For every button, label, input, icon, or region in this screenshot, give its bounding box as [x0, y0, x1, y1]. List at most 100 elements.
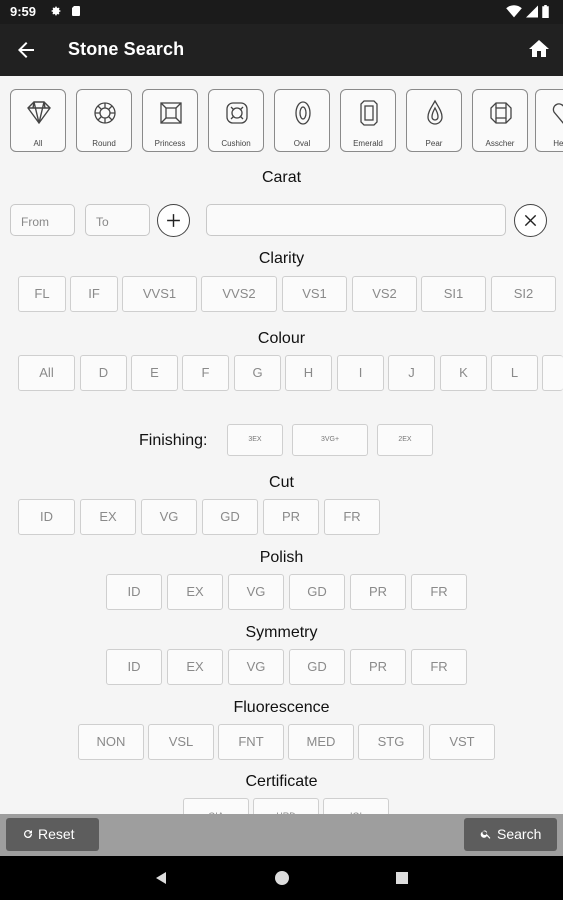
shape-all[interactable]: All	[10, 89, 66, 152]
refresh-icon	[24, 830, 33, 839]
shape-asscher[interactable]: Asscher	[472, 89, 528, 152]
home-icon[interactable]	[527, 37, 551, 61]
reset-label: Reset	[38, 826, 75, 842]
nav-home-icon[interactable]	[274, 870, 290, 886]
status-time: 9:59	[10, 4, 37, 19]
reset-button[interactable]: Reset	[6, 818, 99, 851]
colour-option[interactable]: J	[388, 355, 435, 391]
colour-option[interactable]: K	[440, 355, 487, 391]
cut-option[interactable]: VG	[141, 499, 197, 535]
nav-back-icon[interactable]	[153, 870, 169, 886]
heart-shape-icon	[552, 103, 563, 124]
colour-option[interactable]: M	[542, 355, 563, 391]
emerald-shape-icon	[360, 100, 378, 126]
polish-option[interactable]: PR	[350, 574, 406, 610]
symmetry-option[interactable]: FR	[411, 649, 467, 685]
fluorescence-title: Fluorescence	[233, 699, 330, 716]
clarity-option[interactable]: VS1	[282, 276, 347, 312]
polish-option[interactable]: GD	[289, 574, 345, 610]
diamond-icon	[27, 101, 51, 125]
polish-title: Polish	[259, 549, 304, 566]
colour-option[interactable]: All	[18, 355, 75, 391]
page-title: Stone Search	[68, 39, 185, 59]
oval-shape-icon	[295, 101, 311, 125]
clear-carat-button[interactable]	[514, 204, 547, 237]
carat-from-input[interactable]: From	[10, 204, 75, 236]
battery-icon	[542, 5, 549, 18]
colour-option[interactable]: E	[131, 355, 178, 391]
shape-heart[interactable]: Heart	[535, 89, 563, 152]
fluorescence-option[interactable]: VSL	[148, 724, 214, 760]
status-bar: 9:59	[0, 0, 563, 24]
symmetry-title: Symmetry	[245, 624, 318, 641]
wifi-icon	[506, 5, 522, 18]
cut-option[interactable]: GD	[202, 499, 258, 535]
shape-selector: All Round Princess Cushion Oval Emerald …	[10, 89, 563, 153]
princess-shape-icon	[160, 102, 182, 124]
carat-to-input[interactable]: To	[85, 204, 150, 236]
polish-option[interactable]: EX	[167, 574, 223, 610]
sd-card-icon	[72, 6, 80, 16]
colour-title: Colour	[257, 330, 306, 347]
finishing-option[interactable]: 2EX	[377, 424, 433, 456]
cut-option[interactable]: FR	[324, 499, 380, 535]
round-shape-icon	[94, 102, 116, 124]
symmetry-option[interactable]: ID	[106, 649, 162, 685]
colour-option[interactable]: I	[337, 355, 384, 391]
nav-recents-icon[interactable]	[394, 870, 410, 886]
add-carat-button[interactable]	[157, 204, 190, 237]
cut-option[interactable]: EX	[80, 499, 136, 535]
cut-option[interactable]: ID	[18, 499, 75, 535]
cut-option[interactable]: PR	[263, 499, 319, 535]
close-icon	[524, 214, 537, 227]
polish-option[interactable]: VG	[228, 574, 284, 610]
clarity-option[interactable]: VVS2	[201, 276, 277, 312]
shape-emerald[interactable]: Emerald	[340, 89, 396, 152]
clarity-option[interactable]: SI1	[421, 276, 486, 312]
symmetry-option[interactable]: EX	[167, 649, 223, 685]
clarity-option[interactable]: SI2	[491, 276, 556, 312]
carat-range-field[interactable]	[206, 204, 506, 236]
system-nav-bar	[0, 856, 563, 900]
action-bar: Reset Search	[0, 814, 563, 856]
fluorescence-option[interactable]: NON	[78, 724, 144, 760]
clarity-option[interactable]: IF	[70, 276, 118, 312]
colour-option[interactable]: D	[80, 355, 127, 391]
clarity-option[interactable]: FL	[18, 276, 66, 312]
finishing-option[interactable]: 3VG+	[292, 424, 368, 456]
polish-option[interactable]: ID	[106, 574, 162, 610]
certificate-option[interactable]: GIA	[183, 798, 249, 814]
pear-shape-icon	[427, 99, 443, 125]
shape-pear[interactable]: Pear	[406, 89, 462, 152]
cut-title: Cut	[269, 474, 294, 491]
asscher-shape-icon	[490, 102, 512, 124]
finishing-option[interactable]: 3EX	[227, 424, 283, 456]
clarity-option[interactable]: VS2	[352, 276, 417, 312]
colour-option[interactable]: G	[234, 355, 281, 391]
shape-oval[interactable]: Oval	[274, 89, 330, 152]
search-button[interactable]: Search	[464, 818, 557, 851]
colour-option[interactable]: F	[182, 355, 229, 391]
symmetry-option[interactable]: PR	[350, 649, 406, 685]
colour-option[interactable]: L	[491, 355, 538, 391]
symmetry-option[interactable]: GD	[289, 649, 345, 685]
shape-cushion[interactable]: Cushion	[208, 89, 264, 152]
fluorescence-option[interactable]: MED	[288, 724, 354, 760]
colour-option[interactable]: H	[285, 355, 332, 391]
carat-title: Carat	[261, 169, 302, 186]
fluorescence-option[interactable]: STG	[358, 724, 424, 760]
fluorescence-option[interactable]: FNT	[218, 724, 284, 760]
certificate-option[interactable]: IGI	[323, 798, 389, 814]
clarity-option[interactable]: VVS1	[122, 276, 197, 312]
fluorescence-option[interactable]: VST	[429, 724, 495, 760]
back-arrow-icon[interactable]	[14, 38, 38, 62]
settings-icon	[51, 6, 61, 16]
search-icon	[480, 830, 491, 839]
shape-princess[interactable]: Princess	[142, 89, 198, 152]
certificate-option[interactable]: HRD	[253, 798, 319, 814]
symmetry-option[interactable]: VG	[228, 649, 284, 685]
app-bar: Stone Search	[0, 24, 563, 76]
shape-round[interactable]: Round	[76, 89, 132, 152]
plus-icon	[167, 214, 180, 227]
polish-option[interactable]: FR	[411, 574, 467, 610]
